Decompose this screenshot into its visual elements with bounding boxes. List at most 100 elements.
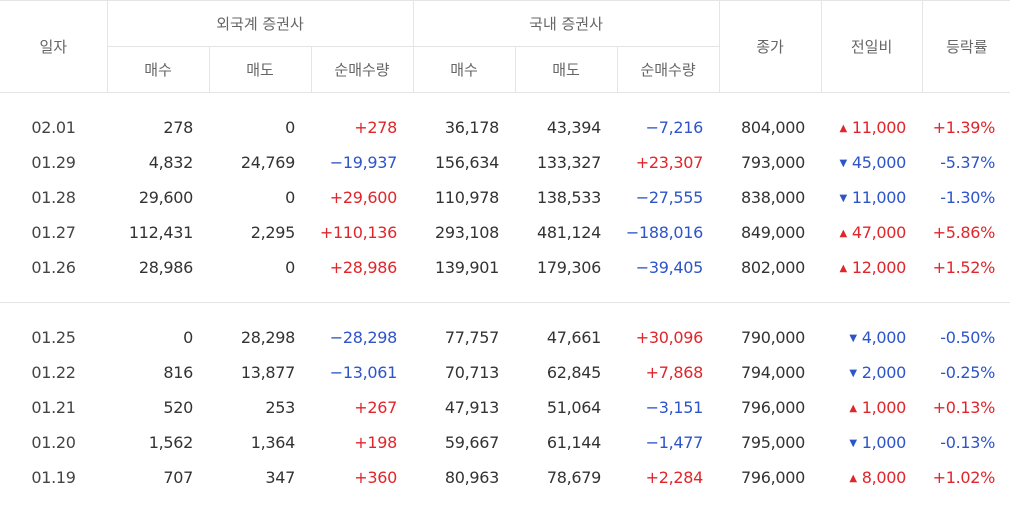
change-value: 1,000: [861, 398, 907, 417]
change-cell: ▲ 12,000: [821, 250, 922, 285]
change-value: 47,000: [851, 223, 907, 242]
domestic-net-cell: −3,151: [645, 398, 704, 417]
foreign-buy-cell: 28,986: [138, 258, 193, 277]
change-cell: ▲ 47,000: [821, 215, 922, 250]
domestic-sell-cell: 78,679: [546, 468, 602, 487]
date-cell: 01.20: [31, 433, 76, 452]
domestic-buy-cell: 36,178: [444, 118, 500, 137]
change-value: 11,000: [851, 118, 907, 137]
domestic-buy-cell: 110,978: [434, 188, 500, 207]
triangle-up-icon: ▲: [839, 228, 847, 239]
rate-cell: +1.02%: [932, 468, 996, 487]
header-domestic-brokers: 국내 증권사: [412, 0, 720, 47]
triangle-down-icon: ▼: [839, 158, 847, 169]
foreign-net-cell: +29,600: [329, 188, 398, 207]
domestic-sell-cell: 138,533: [536, 188, 602, 207]
foreign-sell-cell: 0: [285, 118, 295, 137]
foreign-buy-cell: 520: [163, 398, 193, 417]
close-price-cell: 795,000: [740, 433, 806, 452]
foreign-buy-cell: 707: [163, 468, 193, 487]
foreign-buy-cell: 29,600: [138, 188, 193, 207]
domestic-buy-cell: 70,713: [444, 363, 500, 382]
foreign-sell-cell: 24,769: [240, 153, 295, 172]
header-date: 일자: [0, 0, 107, 93]
header-domestic-sell: 매도: [514, 46, 618, 93]
foreign-net-cell: −19,937: [329, 153, 398, 172]
foreign-buy-cell: 278: [163, 118, 193, 137]
triangle-up-icon: ▲: [849, 403, 857, 414]
rate-cell: -0.25%: [940, 363, 996, 382]
date-cell: 01.29: [31, 153, 76, 172]
foreign-buy-cell: 816: [163, 363, 193, 382]
domestic-net-cell: +23,307: [635, 153, 704, 172]
domestic-buy-cell: 293,108: [434, 223, 500, 242]
change-value: 8,000: [861, 468, 907, 487]
date-cell: 01.19: [31, 468, 76, 487]
close-price-cell: 796,000: [740, 398, 806, 417]
date-cell: 01.25: [31, 328, 76, 347]
close-price-cell: 794,000: [740, 363, 806, 382]
domestic-sell-cell: 179,306: [536, 258, 602, 277]
header-foreign-sell: 매도: [208, 46, 311, 93]
date-cell: 01.26: [31, 258, 76, 277]
close-price-cell: 793,000: [740, 153, 806, 172]
foreign-net-cell: +278: [354, 118, 398, 137]
domestic-buy-cell: 156,634: [434, 153, 500, 172]
domestic-net-cell: +30,096: [635, 328, 704, 347]
close-price-cell: 790,000: [740, 328, 806, 347]
foreign-sell-cell: 347: [265, 468, 295, 487]
rate-cell: -5.37%: [940, 153, 996, 172]
domestic-sell-cell: 61,144: [546, 433, 602, 452]
group-spacer: [0, 303, 1010, 321]
domestic-net-cell: +2,284: [645, 468, 704, 487]
triangle-down-icon: ▼: [839, 193, 847, 204]
foreign-sell-cell: 2,295: [250, 223, 296, 242]
change-value: 4,000: [861, 328, 907, 347]
triangle-up-icon: ▲: [849, 473, 857, 484]
foreign-sell-cell: 28,298: [240, 328, 295, 347]
change-cell: ▲ 11,000: [821, 110, 922, 145]
domestic-net-cell: +7,868: [645, 363, 704, 382]
header-rate: 등락률: [921, 0, 1010, 93]
foreign-buy-cell: 112,431: [128, 223, 193, 242]
change-cell: ▲ 1,000: [821, 390, 922, 425]
change-cell: ▼ 1,000: [821, 425, 922, 460]
change-cell: ▼ 11,000: [821, 180, 922, 215]
change-value: 2,000: [861, 363, 907, 382]
domestic-buy-cell: 80,963: [444, 468, 500, 487]
table-row: 02.01 278 0 +278 36,178 43,394 −7,216 804,000 ▲ 1…: [0, 110, 1010, 145]
change-value: 1,000: [861, 433, 907, 452]
table-row: 01.21 520 253 +267 47,913 51,064 −3,151 796,000…: [0, 390, 1010, 425]
table-row: 01.25 0 28,298 −28,298 77,757 47,661 +30,096 79…: [0, 320, 1010, 355]
domestic-sell-cell: 62,845: [546, 363, 602, 382]
date-cell: 01.27: [31, 223, 76, 242]
header-foreign-buy: 매수: [106, 46, 209, 93]
date-cell: 01.22: [31, 363, 76, 382]
header-domestic-net: 순매수량: [616, 46, 720, 93]
rate-cell: -0.13%: [940, 433, 996, 452]
change-value: 12,000: [851, 258, 907, 277]
rate-cell: -0.50%: [940, 328, 996, 347]
date-cell: 01.28: [31, 188, 76, 207]
domestic-sell-cell: 47,661: [546, 328, 602, 347]
broker-trading-table: 일자 외국계 증권사 국내 증권사 종가 전일비 등락률 매수 매도 순매수량 …: [0, 0, 1010, 495]
foreign-net-cell: −13,061: [329, 363, 398, 382]
change-cell: ▼ 45,000: [821, 145, 922, 180]
domestic-net-cell: −7,216: [645, 118, 704, 137]
table-row: 01.22 816 13,877 −13,061 70,713 62,845 +7,868 7…: [0, 355, 1010, 390]
table-row: 01.28 29,600 0 +29,600 110,978 138,533 −27,555…: [0, 180, 1010, 215]
header-change: 전일비: [820, 0, 923, 93]
change-value: 45,000: [851, 153, 907, 172]
change-cell: ▼ 2,000: [821, 355, 922, 390]
domestic-buy-cell: 77,757: [444, 328, 500, 347]
foreign-sell-cell: 1,364: [250, 433, 296, 452]
rate-cell: +5.86%: [932, 223, 996, 242]
foreign-net-cell: +198: [354, 433, 398, 452]
group-separator: [0, 285, 1010, 303]
foreign-buy-cell: 1,562: [148, 433, 194, 452]
table-body: 02.01 278 0 +278 36,178 43,394 −7,216 804,000 ▲ 1…: [0, 93, 1010, 496]
table-row: 01.20 1,562 1,364 +198 59,667 61,144 −1,477 795…: [0, 425, 1010, 460]
foreign-sell-cell: 253: [265, 398, 295, 417]
table-row: 01.29 4,832 24,769 −19,937 156,634 133,327 +23…: [0, 145, 1010, 180]
triangle-down-icon: ▼: [849, 438, 857, 449]
